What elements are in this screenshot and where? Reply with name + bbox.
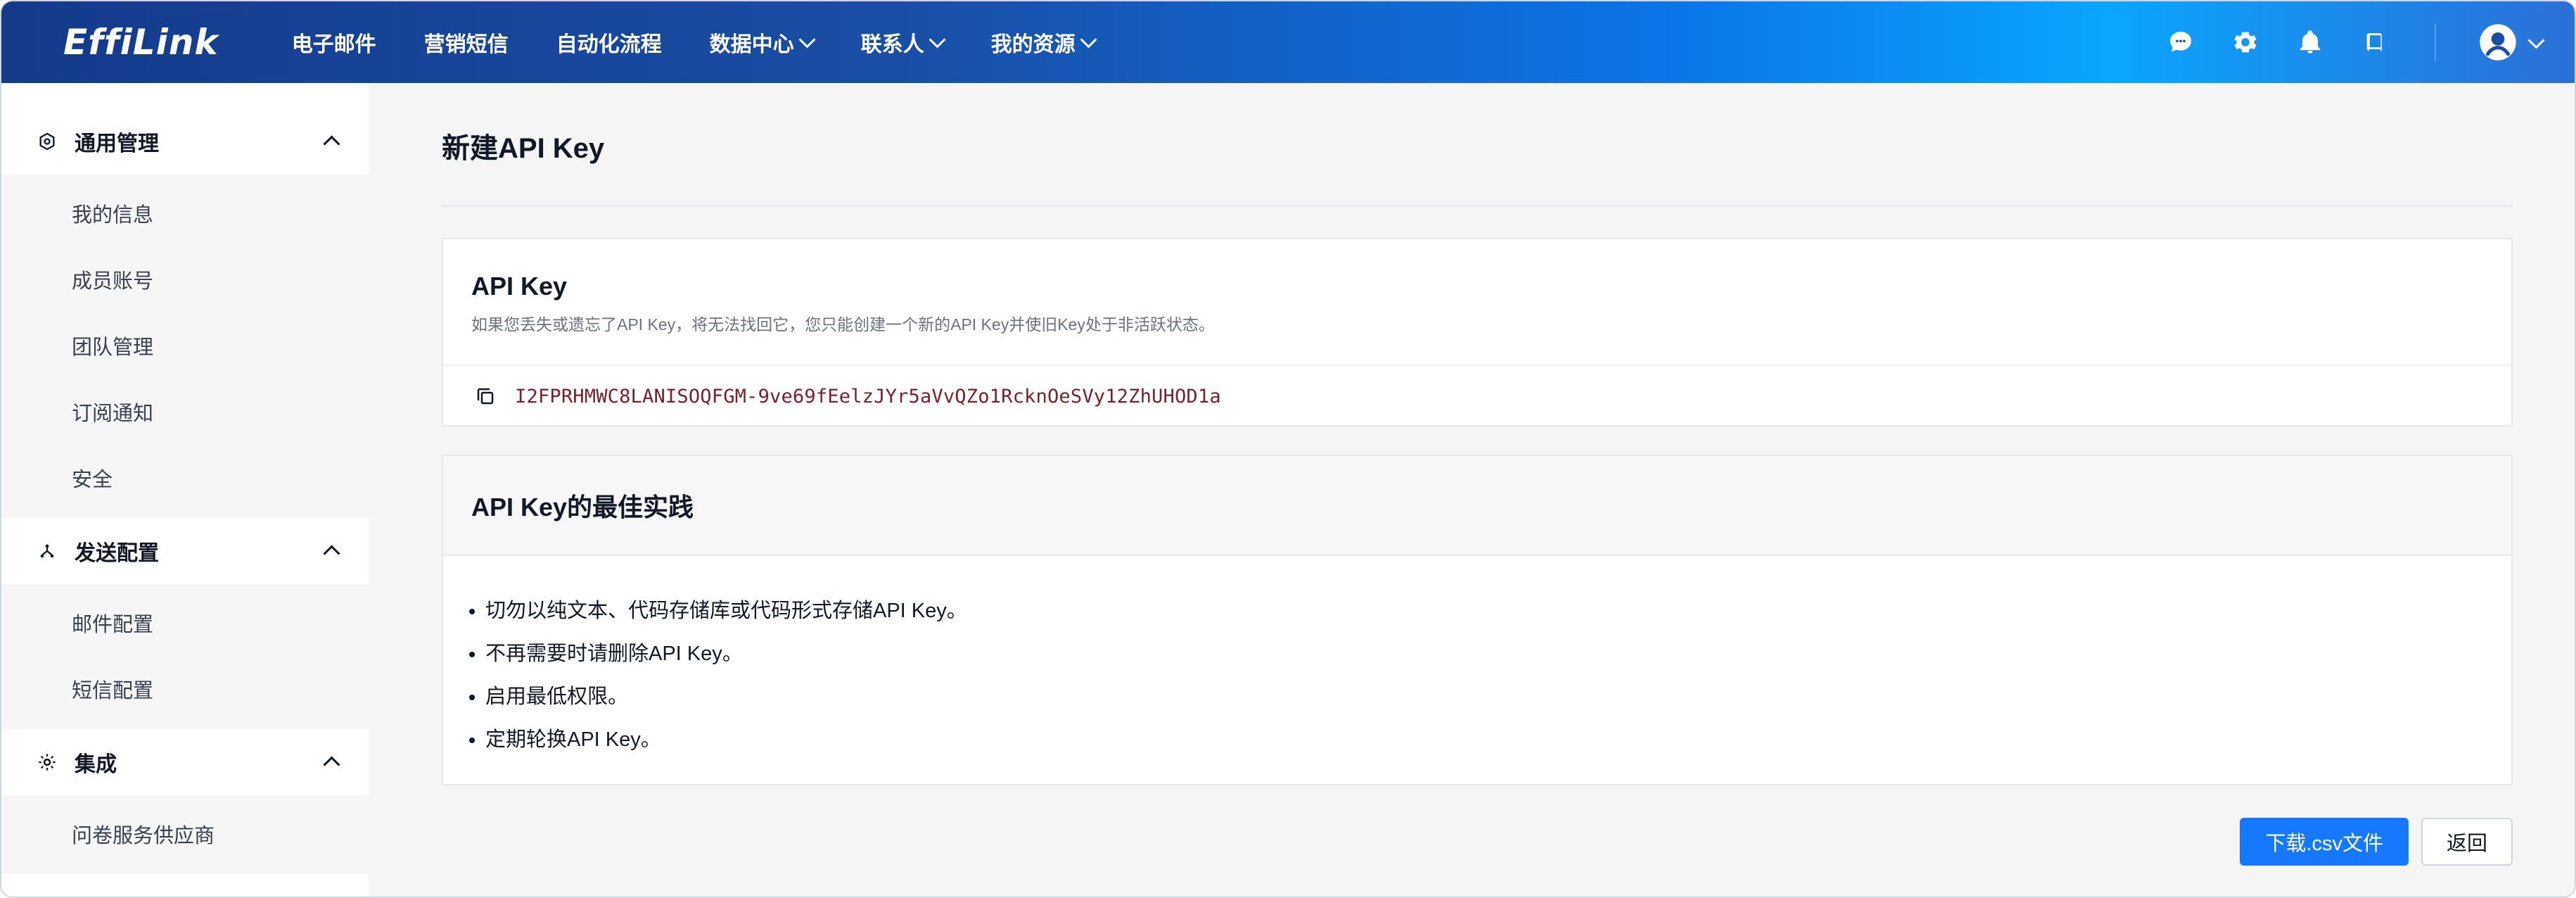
sidebar-item-team-management[interactable]: 团队管理 (1, 312, 369, 379)
nav-contacts[interactable]: 联系人 (837, 1, 967, 83)
sidebar-section-sending: 发送配置 邮件配置 短信配置 (1, 518, 369, 729)
chat-icon (2170, 32, 2191, 52)
sidebar-item-survey-providers[interactable]: 问卷服务供应商 (1, 801, 369, 867)
notifications-button[interactable] (2293, 25, 2328, 60)
best-practices-item: 切勿以纯文本、代码存储库或代码形式存储API Key。 (485, 590, 2511, 633)
nav-data-center-label: 数据中心 (709, 33, 794, 56)
effilink-logo[interactable]: EffiLink (63, 22, 219, 63)
api-key-row: I2FPRHMWC8LANISOQFGM-9ve69fEelzJYr5aVvQZ… (443, 366, 2511, 426)
nav-automation-label: 自动化流程 (556, 33, 662, 56)
sidebar-item-subscription-notifications[interactable]: 订阅通知 (1, 379, 369, 445)
sidebar-section-title: 集成 (75, 753, 117, 776)
nav-my-resources[interactable]: 我的资源 (967, 1, 1118, 83)
sidebar-section-title: 通用管理 (75, 132, 159, 156)
docs-button[interactable] (2357, 25, 2392, 60)
api-key-value[interactable]: I2FPRHMWC8LANISOQFGM-9ve69fEelzJYr5aVvQZ… (515, 386, 1221, 407)
best-practices-card: API Key的最佳实践 切勿以纯文本、代码存储库或代码形式存储API Key。… (442, 455, 2513, 785)
chevron-down-icon (798, 30, 816, 49)
sidebar-section-general: 通用管理 我的信息 成员账号 团队管理 订阅通知 安全 (1, 108, 369, 518)
chevron-down-icon (2527, 31, 2545, 49)
sidebar-item-security[interactable]: 安全 (1, 445, 369, 511)
best-practices-item: 启用最低权限。 (485, 676, 2511, 719)
settings-button[interactable] (2228, 25, 2263, 60)
user-avatar-icon (2480, 24, 2516, 61)
sidebar-item-member-accounts[interactable]: 成员账号 (1, 246, 369, 312)
nav-data-center[interactable]: 数据中心 (686, 1, 837, 83)
nav-automation[interactable]: 自动化流程 (533, 1, 686, 83)
sidebar-item-email-config[interactable]: 邮件配置 (1, 590, 369, 656)
top-actions-divider (2435, 23, 2436, 61)
content-area: 通用管理 我的信息 成员账号 团队管理 订阅通知 安全 发送配置 邮件配置 短信… (1, 83, 2575, 897)
sidebar-item-sms-config[interactable]: 短信配置 (1, 656, 369, 722)
gear-icon (2234, 32, 2257, 53)
sidebar-items-sending: 邮件配置 短信配置 (1, 584, 369, 729)
chevron-down-icon (929, 30, 946, 49)
integration-icon (35, 750, 59, 774)
best-practices-item: 定期轮换API Key。 (485, 719, 2511, 761)
sidebar-items-general: 我的信息 成员账号 团队管理 订阅通知 安全 (1, 175, 369, 518)
sidebar-section-integration: 集成 问卷服务供应商 (1, 729, 369, 874)
nav-marketing-sms-label: 营销短信 (423, 33, 509, 56)
sidebar-section-header-integration[interactable]: 集成 (1, 729, 369, 795)
nav-email-label: 电子邮件 (291, 33, 376, 56)
back-button[interactable]: 返回 (2421, 818, 2513, 866)
page-title: 新建API Key (442, 133, 605, 164)
api-key-card-description: 如果您丢失或遗忘了API Key，将无法找回它，您只能创建一个新的API Key… (471, 315, 1215, 334)
nav-contacts-label: 联系人 (860, 33, 924, 56)
app-window: EffiLink 电子邮件 营销短信 自动化流程 数据中心 联系人 我的资源 通… (0, 0, 2576, 898)
page-actions: 下载.csv文件 返回 (2240, 818, 2513, 866)
nav-my-resources-label: 我的资源 (990, 33, 1076, 56)
nav-email[interactable]: 电子邮件 (268, 1, 400, 83)
sidebar-section-header-general[interactable]: 通用管理 (1, 108, 369, 175)
api-key-card: API Key 如果您丢失或遗忘了API Key，将无法找回它，您只能创建一个新… (442, 238, 2513, 426)
top-actions (2163, 23, 2545, 62)
best-practices-item: 不再需要时请删除API Key。 (485, 633, 2511, 676)
chevron-up-icon (323, 544, 340, 562)
sidebar-section-title: 发送配置 (75, 542, 159, 565)
send-config-icon (35, 539, 59, 563)
best-practices-card-title: API Key的最佳实践 (471, 493, 694, 521)
sidebar-item-my-info[interactable]: 我的信息 (1, 180, 369, 246)
api-key-card-title: API Key (471, 272, 568, 301)
main-panel: 新建API Key API Key 如果您丢失或遗忘了API Key，将无法找回… (369, 83, 2575, 897)
chevron-up-icon (323, 134, 340, 153)
nav-marketing-sms[interactable]: 营销短信 (400, 1, 533, 83)
api-key-card-header: API Key 如果您丢失或遗忘了API Key，将无法找回它，您只能创建一个新… (443, 239, 2511, 366)
top-navigation-bar: EffiLink 电子邮件 营销短信 自动化流程 数据中心 联系人 我的资源 (1, 1, 2575, 83)
download-csv-button[interactable]: 下载.csv文件 (2240, 818, 2409, 866)
bell-icon (2300, 30, 2321, 53)
left-sidebar: 通用管理 我的信息 成员账号 团队管理 订阅通知 安全 发送配置 邮件配置 短信… (1, 83, 369, 897)
chevron-down-icon (1080, 30, 1097, 49)
title-divider (442, 205, 2513, 207)
sidebar-section-header-sending[interactable]: 发送配置 (1, 518, 369, 584)
settings-icon (35, 129, 59, 153)
chevron-up-icon (323, 755, 340, 773)
chat-button[interactable] (2163, 25, 2198, 60)
best-practices-card-header: API Key的最佳实践 (443, 456, 2511, 556)
user-menu[interactable] (2478, 23, 2545, 62)
best-practices-list: 切勿以纯文本、代码存储库或代码形式存储API Key。 不再需要时请删除API … (443, 556, 2511, 761)
top-nav: 电子邮件 营销短信 自动化流程 数据中心 联系人 我的资源 (268, 1, 1118, 83)
sidebar-items-integration: 问卷服务供应商 (1, 795, 369, 874)
copy-icon[interactable] (471, 382, 499, 410)
book-icon (2366, 33, 2382, 51)
